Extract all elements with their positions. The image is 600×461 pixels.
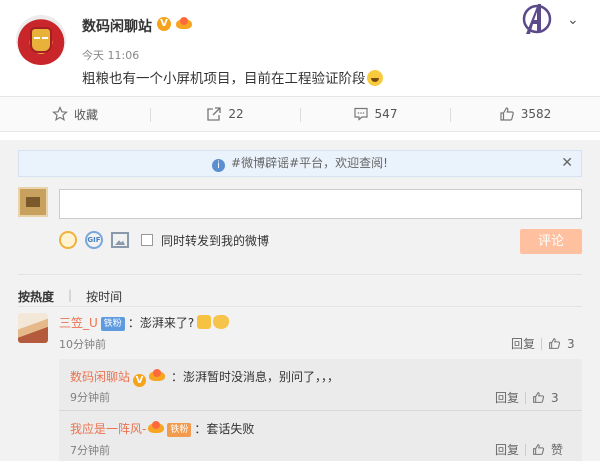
verified-badge-icon: V bbox=[133, 374, 147, 387]
reply-like-label: 赞 bbox=[551, 443, 564, 457]
thumbs-up-emoji-icon bbox=[197, 315, 212, 329]
my-avatar[interactable] bbox=[18, 187, 48, 217]
laugh-cry-emoji-icon bbox=[366, 70, 383, 86]
post-text: 粗粮也有一个小屏机项目，目前在工程验证阶段 bbox=[82, 71, 366, 87]
emoji-icon[interactable] bbox=[59, 231, 77, 249]
action-separator bbox=[525, 391, 527, 404]
vip-crown-icon bbox=[176, 17, 192, 31]
composer-toolbar: GIF 同时转发到我的微博 bbox=[59, 229, 269, 251]
repost-action[interactable]: 22 bbox=[150, 97, 300, 131]
mask-eye-left bbox=[34, 37, 40, 39]
action-separator bbox=[525, 443, 527, 456]
thumbs-up-icon bbox=[500, 107, 514, 121]
reply-text: ：澎湃暂时没消息，别问了，，， bbox=[171, 370, 340, 384]
chevron-down-icon[interactable]: ⌄ bbox=[567, 12, 579, 28]
author-name[interactable]: 数码闲聊站 bbox=[82, 16, 152, 36]
reply-time: 7分钟前 bbox=[70, 444, 110, 457]
vip-crown-icon bbox=[149, 369, 166, 383]
reply-button[interactable]: 回复 bbox=[495, 389, 519, 406]
like-action[interactable]: 3582 bbox=[450, 97, 600, 131]
comment-sort-tabs: 按热度 | 按时间 bbox=[18, 288, 122, 305]
mask-eye-right bbox=[42, 37, 48, 39]
comment-time: 10分钟前 bbox=[59, 338, 106, 351]
image-icon[interactable] bbox=[111, 232, 129, 248]
sub-reply-item: 我应是一阵风- 铁粉 ：套话失败 bbox=[70, 419, 254, 437]
fan-badge[interactable]: 铁粉 bbox=[100, 317, 125, 331]
comment-item: 三笠_U 铁粉 ：澎湃来了? bbox=[59, 314, 230, 331]
comment-actions: 回复 3 bbox=[511, 335, 575, 352]
reply-time: 9分钟前 bbox=[70, 391, 110, 404]
vip-crown-icon bbox=[148, 421, 165, 435]
post-action-bar: 收藏 22 547 3582 bbox=[0, 96, 600, 132]
tab-sort-time[interactable]: 按时间 bbox=[86, 288, 122, 305]
post-time[interactable]: 今天 11:06 bbox=[82, 47, 139, 63]
fan-badge[interactable]: 铁粉 bbox=[167, 423, 192, 437]
close-icon[interactable]: ✕ bbox=[561, 151, 573, 176]
reply-actions: 回复 赞 bbox=[495, 441, 563, 458]
tab-sort-hot[interactable]: 按热度 bbox=[18, 288, 54, 305]
info-icon: i bbox=[212, 159, 226, 172]
reply-text: ：套话失败 bbox=[194, 422, 255, 436]
comment-count: 547 bbox=[374, 107, 398, 121]
reply-like-count: 3 bbox=[551, 390, 559, 405]
like-count: 3582 bbox=[520, 107, 552, 121]
star-icon bbox=[52, 106, 68, 122]
rumor-notice-banner[interactable]: i #微博辟谣#平台，欢迎查阅! ✕ bbox=[18, 150, 582, 177]
action-separator bbox=[541, 337, 543, 350]
forward-checkbox[interactable] bbox=[141, 234, 153, 246]
notice-text[interactable]: #微博辟谣#平台，欢迎查阅! bbox=[231, 156, 388, 170]
avengers-logo-icon bbox=[522, 4, 552, 34]
gif-icon[interactable]: GIF bbox=[85, 231, 103, 249]
divider bbox=[18, 274, 582, 275]
weibo-post: 数码闲聊站 V 今天 11:06 粗粮也有一个小屏机项目，目前在工程验证阶段 ⌄ bbox=[0, 0, 600, 96]
reply-username[interactable]: 数码闲聊站 bbox=[70, 370, 130, 384]
comment-like-count: 3 bbox=[567, 336, 575, 351]
repost-icon bbox=[207, 107, 222, 121]
doge-emoji-icon bbox=[213, 315, 230, 329]
reply-button[interactable]: 回复 bbox=[511, 335, 535, 352]
tab-divider: | bbox=[68, 288, 73, 302]
reply-actions: 回复 3 bbox=[495, 389, 559, 406]
thumbs-up-icon[interactable] bbox=[548, 337, 561, 350]
repost-count: 22 bbox=[228, 107, 244, 121]
comment-input[interactable] bbox=[59, 189, 582, 219]
divider bbox=[18, 306, 582, 307]
forward-label: 同时转发到我的微博 bbox=[161, 233, 270, 248]
comment-icon bbox=[353, 107, 368, 121]
verified-badge-icon: V bbox=[157, 17, 171, 31]
favorite-action[interactable]: 收藏 bbox=[0, 97, 150, 131]
reply-button[interactable]: 回复 bbox=[495, 441, 519, 458]
comment-text: ：澎湃来了? bbox=[127, 316, 195, 330]
thumbs-up-icon[interactable] bbox=[532, 391, 545, 404]
post-content: 粗粮也有一个小屏机项目，目前在工程验证阶段 bbox=[82, 67, 383, 87]
author-avatar[interactable] bbox=[16, 15, 66, 65]
favorite-label: 收藏 bbox=[73, 107, 98, 122]
comment-username[interactable]: 三笠_U bbox=[59, 316, 98, 330]
commenter-avatar[interactable] bbox=[18, 313, 48, 343]
reply-username[interactable]: 我应是一阵风- bbox=[70, 422, 146, 436]
comment-action[interactable]: 547 bbox=[300, 97, 450, 131]
thumbs-up-icon[interactable] bbox=[532, 443, 545, 456]
sub-reply-item: 数码闲聊站 V ：澎湃暂时没消息，别问了，，， bbox=[70, 367, 339, 387]
ironman-mask-icon bbox=[30, 27, 52, 53]
submit-comment-button[interactable]: 评论 bbox=[520, 229, 582, 254]
